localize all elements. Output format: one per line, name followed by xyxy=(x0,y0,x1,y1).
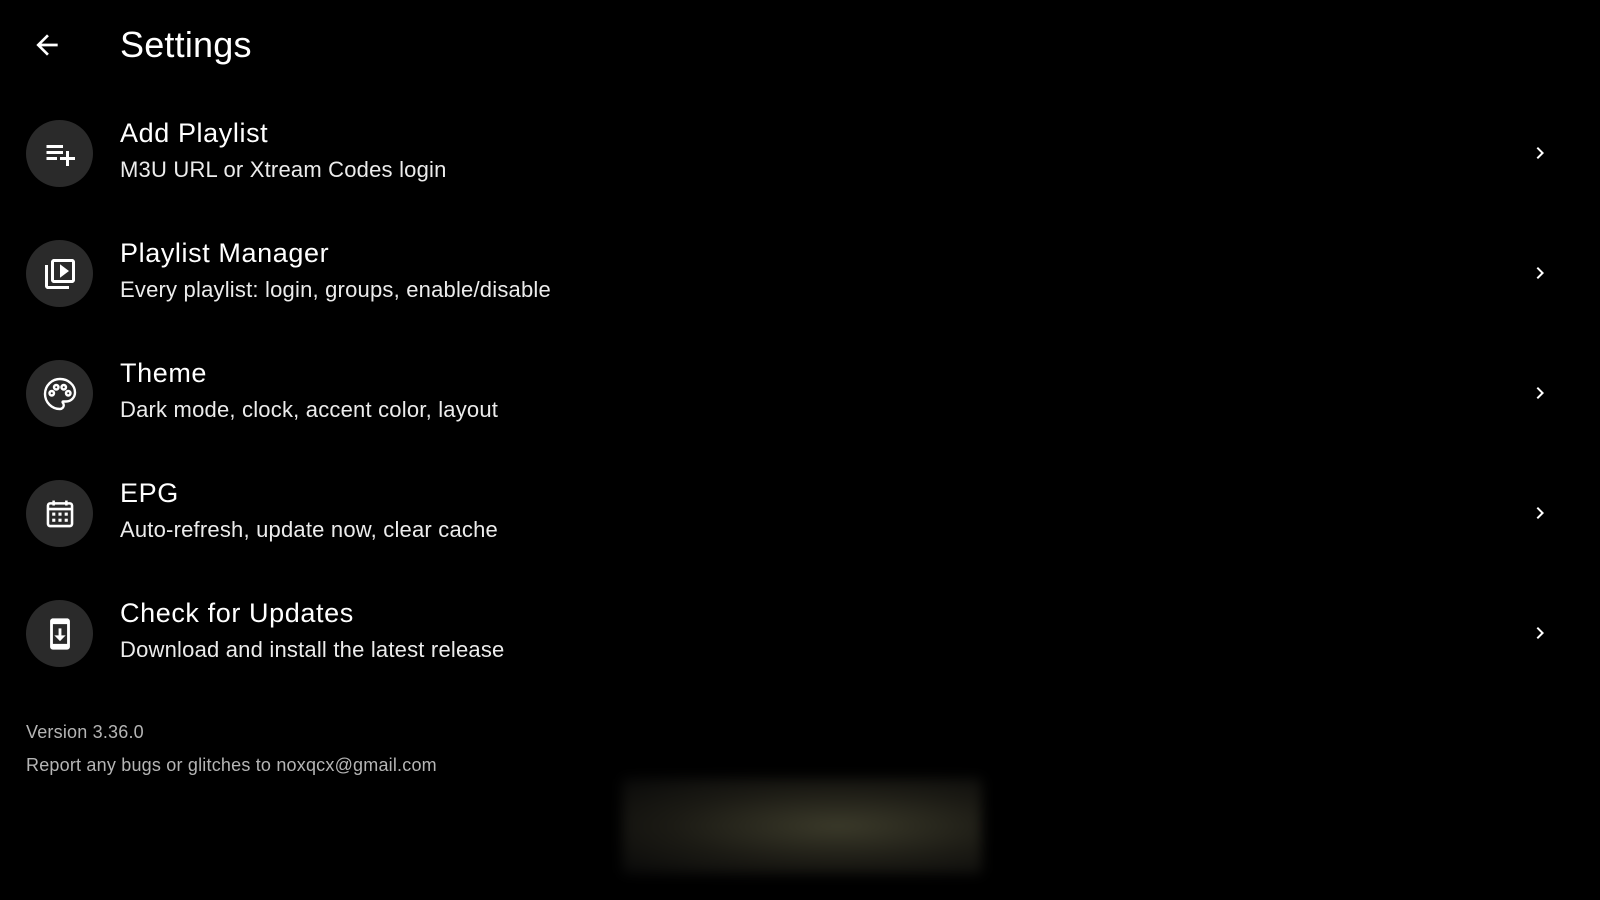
system-update-icon xyxy=(49,617,70,650)
palette-icon xyxy=(43,377,76,410)
arrow-left-icon xyxy=(36,34,58,56)
item-icon-container xyxy=(26,600,93,667)
item-title: Add Playlist xyxy=(120,118,269,148)
playlist-manager-item[interactable]: Playlist Manager Every playlist: login, … xyxy=(0,213,1600,333)
item-subtitle: Auto-refresh, update now, clear cache xyxy=(120,517,498,542)
back-button[interactable] xyxy=(24,22,70,68)
item-subtitle: M3U URL or Xtream Codes login xyxy=(120,157,447,182)
chevron-right-icon xyxy=(1528,139,1552,167)
item-title: Check for Updates xyxy=(120,598,354,628)
header: Settings xyxy=(0,0,1600,92)
check-updates-item[interactable]: Check for Updates Download and install t… xyxy=(0,573,1600,693)
chevron-right-icon xyxy=(1528,499,1552,527)
item-icon-container xyxy=(26,120,93,187)
video-library-icon xyxy=(44,258,75,289)
bug-report-text: Report any bugs or glitches to noxqcx@gm… xyxy=(26,755,437,775)
item-icon-container xyxy=(26,360,93,427)
chevron-right-icon xyxy=(1528,259,1552,287)
epg-item[interactable]: EPG Auto-refresh, update now, clear cach… xyxy=(0,453,1600,573)
chevron-right-icon xyxy=(1528,379,1552,407)
item-title: EPG xyxy=(120,478,179,508)
footer: Version 3.36.0 Report any bugs or glitch… xyxy=(26,720,437,777)
calendar-icon xyxy=(46,500,73,527)
item-icon-container xyxy=(26,480,93,547)
item-subtitle: Download and install the latest release xyxy=(120,637,505,662)
theme-item[interactable]: Theme Dark mode, clock, accent color, la… xyxy=(0,333,1600,453)
version-text: Version 3.36.0 xyxy=(26,722,144,742)
item-icon-container xyxy=(26,240,93,307)
playlist-add-icon xyxy=(46,144,75,166)
add-playlist-item[interactable]: Add Playlist M3U URL or Xtream Codes log… xyxy=(0,93,1600,213)
chevron-right-icon xyxy=(1528,619,1552,647)
settings-screen: Settings Add Playlist M3U URL or Xtream … xyxy=(0,0,1600,900)
blurred-overlay xyxy=(622,778,982,874)
settings-list: Add Playlist M3U URL or Xtream Codes log… xyxy=(0,93,1600,693)
item-title: Playlist Manager xyxy=(120,238,330,268)
item-subtitle: Every playlist: login, groups, enable/di… xyxy=(120,277,551,302)
item-subtitle: Dark mode, clock, accent color, layout xyxy=(120,397,499,422)
page-title: Settings xyxy=(120,24,252,65)
item-title: Theme xyxy=(120,358,208,388)
